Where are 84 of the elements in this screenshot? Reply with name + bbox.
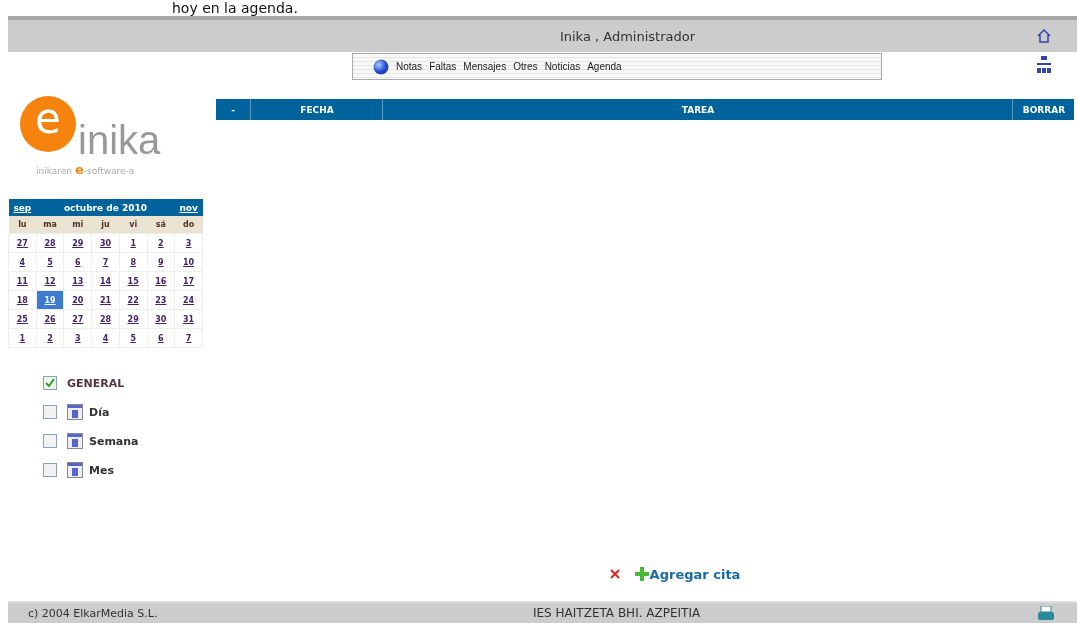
- logo-circle: e: [20, 96, 76, 152]
- month-title: octubre de 2010: [36, 199, 175, 216]
- calendar-day[interactable]: 5: [119, 328, 147, 348]
- calendar-day[interactable]: 7: [174, 328, 203, 348]
- calendar-icon: [67, 433, 83, 449]
- add-appointment-link[interactable]: Agregar cita: [633, 566, 741, 582]
- weekday-label: ma: [36, 216, 64, 234]
- calendar-day[interactable]: 9: [147, 252, 175, 272]
- checkbox[interactable]: [43, 376, 57, 390]
- column-header: FECHA: [252, 99, 383, 120]
- calendar-day[interactable]: 3: [63, 328, 92, 348]
- menu-item[interactable]: Notas: [396, 61, 423, 72]
- calendar-day[interactable]: 4: [8, 252, 37, 272]
- calendar-icon: [67, 404, 83, 420]
- menu-item[interactable]: Mensajes: [463, 61, 507, 72]
- calendar-day[interactable]: 15: [119, 271, 147, 291]
- calendar-day[interactable]: 3: [174, 233, 203, 253]
- weekday-label: lu: [8, 216, 37, 234]
- calendar-day[interactable]: 28: [36, 233, 64, 253]
- calendar-day[interactable]: 7: [91, 252, 120, 272]
- calendar-day[interactable]: 6: [147, 328, 175, 348]
- calendar-day[interactable]: 1: [119, 233, 147, 253]
- plus-icon: [633, 566, 650, 582]
- weekday-label: vi: [119, 216, 147, 234]
- calendar-day[interactable]: 28: [91, 309, 120, 329]
- calendar-day[interactable]: 2: [147, 233, 175, 253]
- checkbox[interactable]: [43, 405, 57, 419]
- checkbox[interactable]: [43, 434, 57, 448]
- calendar-day[interactable]: 12: [36, 271, 64, 291]
- printer-icon[interactable]: [1037, 606, 1055, 620]
- calendar-day[interactable]: 11: [8, 271, 37, 291]
- menu-item[interactable]: Noticias: [544, 61, 581, 72]
- calendar-day[interactable]: 24: [174, 290, 203, 310]
- home-icon[interactable]: [1036, 28, 1052, 44]
- checkbox[interactable]: [43, 463, 57, 477]
- logo-text: inika: [78, 122, 161, 158]
- calendar-day[interactable]: 8: [119, 252, 147, 272]
- caption-text: hoy en la agenda.: [171, 0, 299, 16]
- copyright-text: c) 2004 ElkarMedia S.L.: [28, 606, 159, 620]
- calendar-day[interactable]: 5: [36, 252, 64, 272]
- calendar-day[interactable]: 31: [174, 309, 203, 329]
- calendar-day[interactable]: 29: [119, 309, 147, 329]
- calendar-day[interactable]: 2: [36, 328, 64, 348]
- calendar-day[interactable]: 26: [36, 309, 64, 329]
- filter-label: GENERAL: [67, 376, 125, 390]
- filter-label: Mes: [89, 463, 114, 477]
- calendar-day[interactable]: 29: [63, 233, 92, 253]
- filter-label: Día: [89, 405, 110, 419]
- weekday-label: ju: [91, 216, 120, 234]
- menu-item[interactable]: Agenda: [587, 61, 622, 72]
- column-header: TAREA: [384, 99, 1013, 120]
- user-title: Inika , Administrador: [559, 28, 696, 44]
- filter-label: Semana: [89, 434, 139, 448]
- calendar-day[interactable]: 18: [8, 290, 37, 310]
- weekday-label: mi: [63, 216, 92, 234]
- calendar-day[interactable]: 20: [63, 290, 92, 310]
- calendar-day[interactable]: 6: [63, 252, 92, 272]
- calendar-day[interactable]: 21: [91, 290, 120, 310]
- calendar-day[interactable]: 10: [174, 252, 203, 272]
- weekday-label: sá: [147, 216, 175, 234]
- calendar-day[interactable]: 27: [63, 309, 92, 329]
- menu-item[interactable]: Otres: [513, 61, 538, 72]
- calendar-day[interactable]: 1: [8, 328, 37, 348]
- calendar-day[interactable]: 17: [174, 271, 203, 291]
- calendar-day[interactable]: 23: [147, 290, 175, 310]
- weekday-label: do: [174, 216, 203, 234]
- calendar-day[interactable]: 30: [91, 233, 120, 253]
- logo-tagline: inikaren e-software-a: [36, 162, 136, 177]
- column-header: -: [216, 99, 251, 120]
- column-header: BORRAR: [1021, 103, 1067, 117]
- close-icon[interactable]: [609, 569, 620, 579]
- calendar-day[interactable]: 25: [8, 309, 37, 329]
- calendar-day[interactable]: 22: [119, 290, 147, 310]
- calendar-day[interactable]: 27: [8, 233, 37, 253]
- calendar-day[interactable]: 4: [91, 328, 120, 348]
- calendar-day[interactable]: 16: [147, 271, 175, 291]
- school-name: IES HAITZETA BHI. AZPEITIA: [533, 606, 702, 620]
- globe-icon: [373, 58, 389, 75]
- calendar-day[interactable]: 13: [63, 271, 92, 291]
- calendar-icon: [67, 462, 83, 478]
- calendar-day[interactable]: 14: [91, 271, 120, 291]
- menu-item[interactable]: Faltas: [429, 61, 457, 72]
- calendar-day[interactable]: 30: [147, 309, 175, 329]
- network-icon[interactable]: [1036, 55, 1052, 75]
